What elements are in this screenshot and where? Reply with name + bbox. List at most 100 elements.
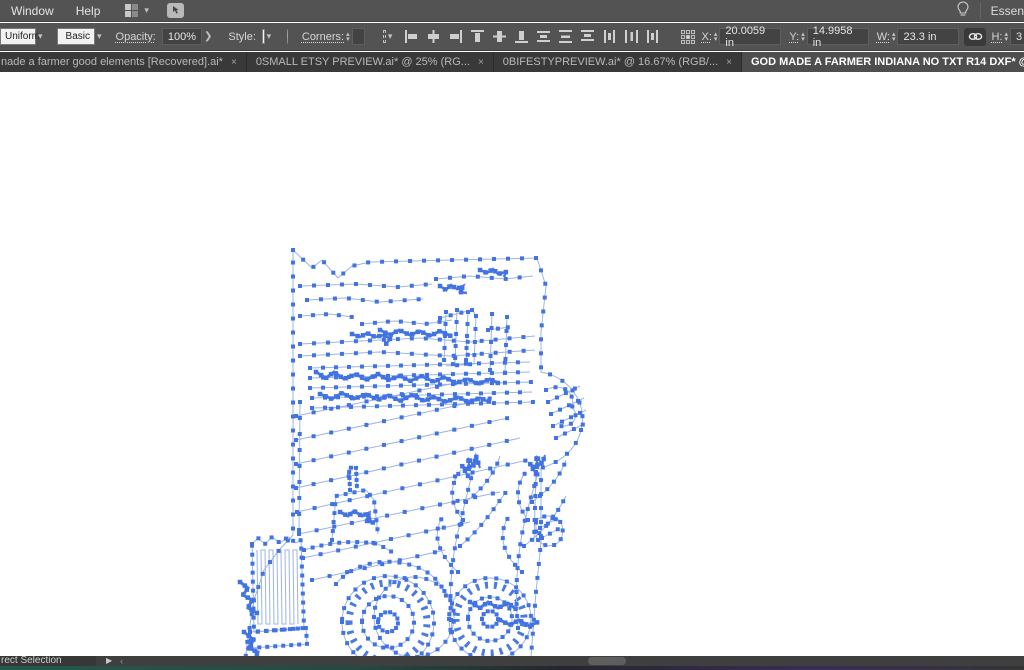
anchor-point[interactable]	[488, 268, 493, 273]
anchor-point[interactable]	[368, 562, 372, 566]
anchor-point[interactable]	[388, 610, 392, 614]
anchor-point[interactable]	[564, 391, 568, 395]
anchor-point[interactable]	[506, 257, 510, 261]
anchor-point[interactable]	[386, 384, 390, 388]
anchor-point[interactable]	[361, 489, 365, 493]
anchor-point[interactable]	[358, 513, 363, 518]
anchor-point[interactable]	[334, 365, 338, 369]
anchor-point[interactable]	[326, 283, 330, 287]
anchor-point[interactable]	[569, 415, 573, 419]
anchor-point[interactable]	[486, 609, 490, 613]
anchor-point[interactable]	[534, 521, 538, 525]
anchor-point[interactable]	[291, 443, 295, 447]
anchor-point[interactable]	[495, 462, 499, 466]
anchor-point[interactable]	[443, 640, 447, 644]
anchor-point[interactable]	[456, 472, 460, 476]
anchor-point[interactable]	[452, 428, 456, 432]
anchor-point[interactable]	[373, 626, 377, 630]
anchor-point[interactable]	[310, 406, 314, 410]
anchor-point[interactable]	[518, 275, 522, 279]
anchor-point[interactable]	[483, 576, 487, 580]
anchor-point[interactable]	[383, 574, 387, 578]
anchor-point[interactable]	[516, 490, 520, 494]
anchor-point[interactable]	[361, 393, 366, 398]
anchor-point[interactable]	[304, 626, 308, 630]
anchor-point[interactable]	[300, 574, 304, 578]
anchor-point[interactable]	[485, 625, 489, 629]
anchor-point[interactable]	[535, 576, 539, 580]
anchor-point[interactable]	[458, 544, 462, 548]
anchor-point[interactable]	[394, 651, 398, 655]
anchor-point[interactable]	[507, 555, 511, 559]
anchor-point[interactable]	[257, 645, 261, 649]
anchor-point[interactable]	[449, 606, 453, 610]
anchor-point[interactable]	[302, 619, 306, 623]
anchor-point[interactable]	[498, 605, 503, 610]
anchor-point[interactable]	[538, 494, 542, 498]
distribute-left-icon[interactable]	[602, 29, 617, 44]
anchor-point[interactable]	[516, 626, 520, 630]
anchor-point[interactable]	[323, 394, 328, 399]
anchor-point[interactable]	[347, 470, 351, 474]
anchor-point[interactable]	[382, 466, 386, 470]
anchor-point[interactable]	[435, 455, 439, 459]
anchor-point[interactable]	[396, 285, 400, 289]
anchor-point[interactable]	[548, 372, 552, 376]
anchor-point[interactable]	[349, 569, 353, 573]
anchor-point[interactable]	[504, 357, 508, 361]
anchor-point[interactable]	[362, 405, 366, 409]
anchor-point[interactable]	[432, 332, 437, 337]
close-icon[interactable]: ×	[726, 57, 732, 68]
anchor-point[interactable]	[425, 322, 429, 326]
anchor-point[interactable]	[493, 604, 498, 609]
anchor-point[interactable]	[373, 509, 377, 513]
anchor-point[interactable]	[412, 321, 416, 325]
anchor-point[interactable]	[552, 480, 556, 484]
anchor-point[interactable]	[530, 538, 534, 542]
anchor-point[interactable]	[450, 570, 454, 574]
anchor-point[interactable]	[442, 399, 447, 404]
anchor-point[interactable]	[459, 311, 463, 315]
anchor-point[interactable]	[417, 388, 421, 392]
anchor-point[interactable]	[454, 332, 458, 336]
anchor-point[interactable]	[472, 493, 476, 497]
anchor-point[interactable]	[438, 320, 442, 324]
anchor-point[interactable]	[494, 338, 498, 342]
anchor-point[interactable]	[490, 378, 495, 383]
anchor-point[interactable]	[414, 376, 419, 381]
anchor-point[interactable]	[447, 284, 452, 289]
anchor-point[interactable]	[291, 331, 295, 335]
anchor-point[interactable]	[360, 619, 364, 623]
anchor-point[interactable]	[410, 332, 415, 337]
anchor-point[interactable]	[241, 592, 246, 597]
anchor-point[interactable]	[301, 601, 305, 605]
anchor-point[interactable]	[412, 363, 416, 367]
anchor-point[interactable]	[319, 552, 323, 556]
anchor-point[interactable]	[355, 540, 359, 544]
anchor-point[interactable]	[312, 341, 316, 345]
vector-path[interactable]	[332, 490, 378, 540]
anchor-point[interactable]	[476, 275, 480, 279]
anchor-point[interactable]	[488, 595, 492, 599]
anchor-point[interactable]	[478, 268, 483, 273]
anchor-point[interactable]	[366, 513, 371, 518]
anchor-point[interactable]	[549, 412, 553, 416]
anchor-point[interactable]	[311, 546, 315, 550]
anchor-point[interactable]	[424, 577, 428, 581]
anchor-point[interactable]	[330, 538, 334, 542]
anchor-point[interactable]	[308, 386, 312, 390]
anchor-point[interactable]	[425, 363, 429, 367]
anchor-point[interactable]	[366, 637, 370, 641]
anchor-point[interactable]	[364, 447, 368, 451]
anchor-point[interactable]	[410, 629, 414, 633]
anchor-point[interactable]	[504, 270, 509, 275]
anchor-point[interactable]	[393, 612, 397, 616]
anchor-point[interactable]	[375, 404, 379, 408]
anchor-point[interactable]	[435, 478, 439, 482]
anchor-point[interactable]	[560, 420, 564, 424]
anchor-point[interactable]	[339, 391, 344, 396]
anchor-point[interactable]	[393, 396, 398, 401]
anchor-point[interactable]	[417, 297, 421, 301]
anchor-point[interactable]	[426, 333, 431, 338]
anchor-point[interactable]	[529, 614, 533, 618]
